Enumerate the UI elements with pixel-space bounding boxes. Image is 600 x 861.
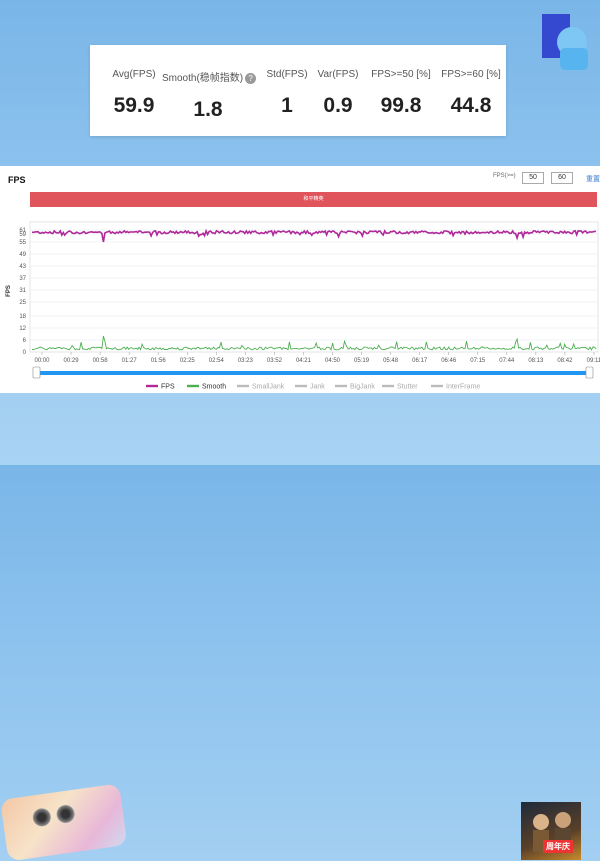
smooth-series-line [31,335,597,351]
stat-label: Var(FPS) [317,69,359,80]
camera-icon [55,803,76,825]
range-handle-right [585,366,594,379]
app-logo [540,12,590,72]
phone-image [0,783,128,861]
y-tick-label: 43 [19,264,26,270]
fps-chart: 6159554943373125181260FPS00:00 00:29 00:58… [6,221,600,391]
camera-icon [31,807,52,828]
x-tick-label: 01:27 [122,358,138,364]
x-tick-label: 04:50 [325,358,341,364]
stat-label: Avg(FPS) [112,69,156,80]
fps-series-line [31,228,597,243]
legend-label: InterFrame [446,384,480,391]
stat-fps-ge-50: FPS>=50 [%] 99.8 [370,69,432,118]
stat-value: 99.8 [380,94,422,117]
legend-label: Jank [310,384,325,391]
y-tick-label: 0 [23,350,27,356]
stats-card: Avg(FPS) 59.9 Smooth(稳帧指数)? 1.8 Std(FPS)… [90,45,506,136]
range-handle-left [32,366,41,379]
x-tick-label: 00:00 [34,358,50,364]
stat-value: 44.8 [450,94,492,117]
legend-label: Stutter [397,384,418,391]
stat-avg-fps: Avg(FPS) 59.9 [100,69,168,118]
game-badge: 周年庆 [543,840,573,853]
plot-frame [29,221,599,353]
legend-label: BigJank [350,384,375,391]
stat-label: FPS>=50 [%] [371,69,431,80]
stat-std-fps: Std(FPS) 1 [260,69,314,118]
x-tick-label: 02:54 [209,358,225,364]
x-tick-label: 07:15 [470,358,486,364]
game-thumbnail: 周年庆 [521,802,581,860]
promo-footer: 周年庆 [0,395,600,861]
stat-value: 1.8 [193,98,223,121]
x-tick-label: 07:44 [499,358,515,364]
y-tick-label: 49 [19,252,26,258]
y-tick-label: 31 [19,288,26,294]
y-tick-label: 55 [19,240,26,246]
stat-value: 1 [281,94,293,117]
y-tick-label: 6 [23,338,27,344]
x-tick-label: 06:46 [441,358,457,364]
x-tick-label: 06:17 [412,358,428,364]
x-tick-label: 01:56 [151,358,167,364]
y-tick-label: 12 [19,326,26,332]
y-tick-label: 59 [19,232,26,238]
legend-label: Smooth [202,384,226,391]
x-tick-label: 03:52 [267,358,283,364]
help-icon[interactable]: ? [245,72,257,84]
y-tick-label: 18 [19,314,26,320]
stat-value: 59.9 [113,94,155,117]
stat-var-fps: Var(FPS) 0.9 [312,69,364,118]
x-tick-label: 02:25 [180,358,196,364]
x-tick-label: 08:13 [528,358,544,364]
stat-fps-ge-60: FPS>=60 [%] 44.8 [440,69,502,118]
x-tick-label: 00:29 [64,358,80,364]
x-tick-label: 03:23 [238,358,254,364]
stat-label: Smooth(稳帧指数) [162,73,244,84]
y-axis-label: FPS [6,285,12,297]
x-tick-label: 05:48 [383,358,399,364]
stat-smooth: Smooth(稳帧指数)? 1.8 [162,69,257,122]
range-slider-track [36,371,590,375]
x-tick-label: 04:21 [296,358,312,364]
legend-label: FPS [161,384,175,391]
x-tick-label: 00:58 [93,358,109,364]
x-tick-label: 08:42 [557,358,573,364]
y-tick-label: 37 [19,276,26,282]
legend-label: SmallJank [252,384,285,391]
stat-label: Std(FPS) [266,69,308,80]
x-tick-label: 05:19 [354,358,370,364]
y-tick-label: 25 [19,300,26,306]
stat-value: 0.9 [323,94,353,117]
stat-label: FPS>=60 [%] [441,69,501,80]
fps-panel: FPS FPS(>=) 50 60 重置 和平精英 61 59 55 49 43 37 31… [0,166,600,393]
x-tick-label: 09:11 [587,358,600,364]
